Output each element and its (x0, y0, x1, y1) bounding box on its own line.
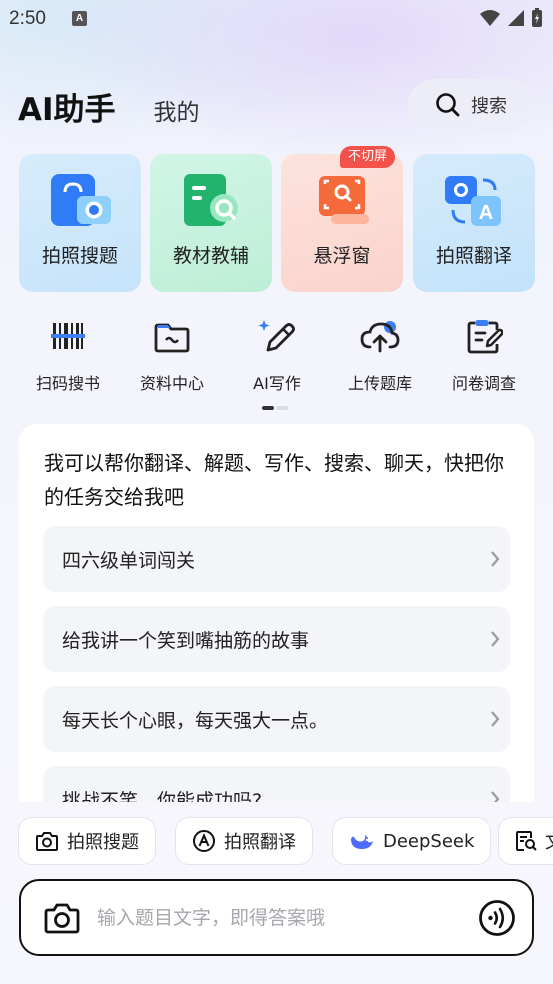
search-label: 搜索 (471, 95, 507, 117)
suggestion-text: 四六级单词闯关 (62, 549, 196, 572)
suggestion-text: 每天长个心眼，每天强大一点。 (62, 709, 329, 732)
notification-icon: A (72, 11, 87, 26)
chevron-right-icon (480, 790, 510, 802)
chip-label: 拍照翻译 (224, 832, 296, 853)
voice-input-icon[interactable] (478, 899, 516, 937)
textbook-icon (178, 170, 244, 232)
chip-label: DeepSeek (383, 830, 475, 852)
card-textbook[interactable]: 教材教辅 (150, 154, 272, 292)
cloud-upload-icon (330, 316, 430, 356)
chevron-right-icon (480, 630, 510, 648)
status-icons (479, 8, 543, 28)
photo-translate-icon: A (441, 170, 507, 232)
wifi-icon (480, 10, 500, 26)
assistant-intro: 我可以帮你翻译、解题、写作、搜索、聊天，快把你的任务交给我吧 (44, 451, 504, 509)
chip-photo-translate[interactable]: 拍照翻译 (175, 817, 313, 865)
page-indicator (262, 406, 288, 410)
tool-resource-center[interactable]: 资料中心 (122, 316, 222, 394)
page-dot (276, 406, 288, 410)
folder-icon (122, 316, 222, 356)
tab-mine[interactable]: 我的 (154, 93, 200, 127)
camera-search-icon (47, 170, 113, 232)
question-input[interactable] (97, 906, 478, 929)
page-dot-active (262, 406, 274, 410)
card-label: 拍照翻译 (435, 245, 512, 267)
chip-label: 文 (545, 828, 553, 854)
suggestion-text: 给我讲一个笑到嘴抽筋的故事 (62, 629, 310, 652)
ai-pen-icon (227, 316, 327, 356)
card-floating-window[interactable]: 悬浮窗 (281, 154, 403, 292)
survey-icon (434, 316, 534, 356)
deepseek-icon (351, 835, 373, 849)
suggestion-item[interactable]: 给我讲一个笑到嘴抽筋的故事 (43, 606, 510, 672)
tool-upload-bank[interactable]: 上传题库 (330, 316, 430, 394)
doc-search-icon (516, 831, 537, 851)
camera-icon (36, 832, 58, 851)
card-label: 教材教辅 (172, 245, 249, 267)
card-label: 悬浮窗 (313, 245, 371, 267)
chip-deepseek[interactable]: DeepSeek (332, 817, 492, 865)
battery-icon (532, 8, 542, 27)
chip-doc-search[interactable]: 文 (498, 817, 553, 865)
card-label: 拍照搜题 (41, 245, 118, 267)
search-icon (436, 92, 460, 116)
floating-window-icon (309, 170, 375, 232)
suggestion-item[interactable]: 挑战不笑，你能成功吗? (43, 766, 510, 802)
suggestion-text: 挑战不笑，你能成功吗? (62, 789, 263, 803)
chat-panel: 我可以帮你翻译、解题、写作、搜索、聊天，快把你的任务交给我吧 四六级单词闯关 给… (19, 424, 534, 802)
suggestion-item[interactable]: 每天长个心眼，每天强大一点。 (43, 686, 510, 752)
tool-barcode-search[interactable]: 扫码搜书 (18, 316, 118, 394)
barcode-icon (18, 316, 118, 356)
chip-photo-search[interactable]: 拍照搜题 (18, 817, 156, 865)
tool-ai-writing[interactable]: AI写作 (227, 316, 327, 394)
tool-label: AI写作 (253, 374, 301, 393)
tool-label: 上传题库 (347, 374, 412, 393)
tab-ai-assistant[interactable]: AI助手 (18, 84, 116, 129)
tool-label: 扫码搜书 (35, 374, 100, 393)
card-photo-search[interactable]: 拍照搜题 (19, 154, 141, 292)
svg-text:A: A (479, 202, 493, 224)
suggestion-item[interactable]: 四六级单词闯关 (43, 526, 510, 592)
tool-label: 资料中心 (139, 374, 204, 393)
search-button[interactable]: 搜索 (408, 79, 534, 130)
tool-survey[interactable]: 问卷调查 (434, 316, 534, 394)
status-bar: 2:50 A (0, 0, 553, 40)
tool-label: 问卷调查 (451, 374, 516, 393)
chevron-right-icon (480, 550, 510, 568)
signal-icon (508, 10, 524, 26)
no-switch-badge: 不切屏 (340, 146, 396, 168)
chevron-right-icon (480, 710, 510, 728)
question-input-bar (19, 879, 534, 956)
status-time: 2:50 (9, 8, 46, 29)
chip-label: 拍照搜题 (67, 832, 139, 853)
header-tabs: AI助手 我的 (18, 84, 200, 129)
card-photo-translate[interactable]: A 拍照翻译 (413, 154, 535, 292)
camera-icon[interactable] (43, 901, 81, 935)
translate-icon (193, 830, 215, 852)
